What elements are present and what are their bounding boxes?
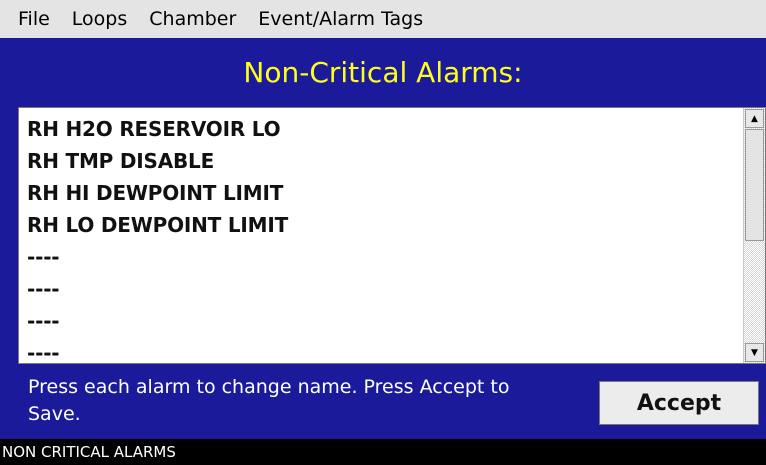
instructions-text: Press each alarm to change name. Press A… — [28, 376, 510, 425]
alarm-list: RH H2O RESERVOIR LO RH TMP DISABLE RH HI… — [19, 108, 743, 363]
alarm-item[interactable]: ---- — [19, 305, 743, 337]
vertical-scrollbar[interactable]: ▲ ▼ — [743, 108, 765, 363]
main-panel: Non-Critical Alarms: RH H2O RESERVOIR LO… — [0, 38, 766, 439]
menu-event-alarm-tags[interactable]: Event/Alarm Tags — [258, 8, 423, 30]
status-bar: NON CRITICAL ALARMS — [0, 439, 766, 465]
menu-bar: File Loops Chamber Event/Alarm Tags — [0, 0, 766, 38]
page-title: Non-Critical Alarms: — [243, 56, 523, 89]
accept-button[interactable]: Accept — [599, 381, 759, 425]
alarm-item[interactable]: ---- — [19, 241, 743, 273]
alarm-item[interactable]: RH TMP DISABLE — [19, 145, 743, 177]
alarm-list-box: RH H2O RESERVOIR LO RH TMP DISABLE RH HI… — [18, 107, 766, 364]
arrow-up-icon: ▲ — [751, 113, 758, 124]
menu-chamber[interactable]: Chamber — [149, 8, 236, 30]
alarm-item[interactable]: RH H2O RESERVOIR LO — [19, 113, 743, 145]
scrollbar-thumb[interactable] — [745, 129, 764, 241]
menu-loops[interactable]: Loops — [72, 8, 127, 30]
menu-file[interactable]: File — [18, 8, 50, 30]
alarm-item[interactable]: RH LO DEWPOINT LIMIT — [19, 209, 743, 241]
alarm-item[interactable]: ---- — [19, 273, 743, 305]
arrow-down-icon: ▼ — [751, 347, 758, 358]
scroll-down-button[interactable]: ▼ — [745, 343, 764, 362]
alarm-item[interactable]: ---- — [19, 337, 743, 363]
scroll-up-button[interactable]: ▲ — [745, 109, 764, 128]
alarm-item[interactable]: RH HI DEWPOINT LIMIT — [19, 177, 743, 209]
